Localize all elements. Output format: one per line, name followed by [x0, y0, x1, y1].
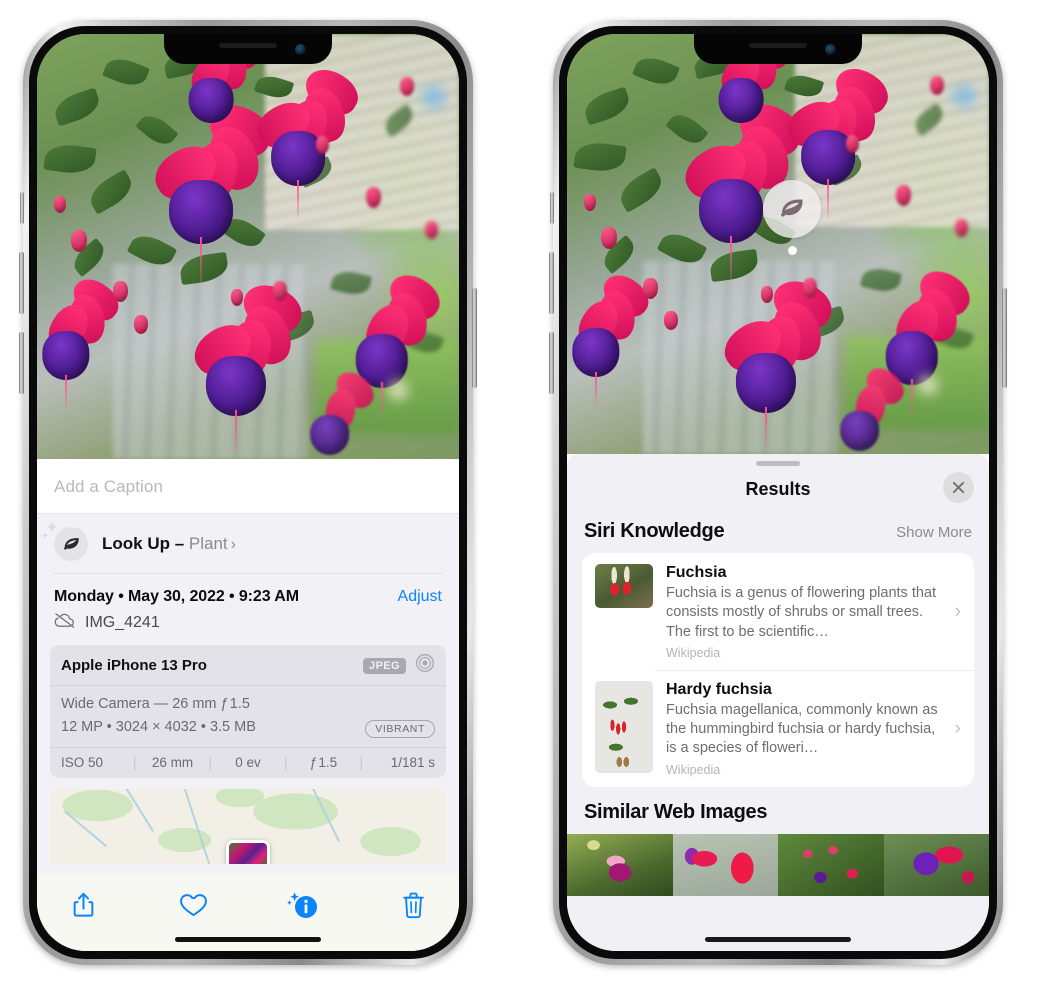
similar-web-images-header: Similar Web Images: [567, 787, 989, 832]
section-title: Similar Web Images: [584, 800, 768, 823]
knowledge-description: Fuchsia magellanica, commonly known as t…: [666, 701, 938, 757]
knowledge-source: Wikipedia: [666, 762, 721, 777]
close-icon[interactable]: [943, 472, 974, 503]
volume-up-button[interactable]: [19, 252, 24, 314]
power-button[interactable]: [1002, 288, 1007, 388]
chevron-right-icon[interactable]: ›: [231, 536, 236, 553]
screen-left: Add a Caption ✦ ✦ Look Up – Plant › Mond…: [37, 34, 459, 951]
caption-field-row[interactable]: Add a Caption: [37, 459, 459, 514]
caption-placeholder[interactable]: Add a Caption: [54, 477, 442, 497]
date-row: Monday • May 30, 2022 • 9:23 AM Adjust: [37, 574, 459, 608]
visual-lookup-anchor-dot: [788, 246, 797, 255]
aperture-icon: [415, 653, 435, 678]
results-sheet: Results Siri Knowledge Show More Fuchsia…: [567, 454, 989, 951]
camera-spec-rows: Wide Camera — 26 mm ƒ 1.5 12 MP • 3024 ×…: [50, 686, 446, 749]
device-bezel: Results Siri Knowledge Show More Fuchsia…: [559, 26, 997, 959]
exif-focal: 26 mm: [151, 755, 194, 771]
exif-aperture: ƒ 1.5: [309, 755, 338, 771]
photo-foliage: [567, 34, 989, 454]
device-notch: [694, 34, 862, 64]
look-up-label: Look Up – Plant ›: [102, 534, 236, 554]
info-sparkle-icon[interactable]: [279, 885, 327, 925]
results-title: Results: [745, 478, 811, 499]
list-item[interactable]: Hardy fuchsia Fuchsia magellanica, commo…: [582, 669, 974, 787]
photo-date: Monday • May 30, 2022 • 9:23 AM: [54, 588, 299, 605]
silent-switch[interactable]: [550, 192, 554, 224]
power-button[interactable]: [472, 288, 477, 388]
knowledge-thumbnail: [595, 564, 653, 608]
camera-info-card[interactable]: Apple iPhone 13 Pro JPEG Wide Camera — 2…: [50, 645, 446, 779]
volume-up-button[interactable]: [549, 252, 554, 314]
icloud-slash-icon: [54, 612, 76, 633]
screenshot-stage: Add a Caption ✦ ✦ Look Up – Plant › Mond…: [0, 0, 1055, 985]
photo-foliage: [37, 34, 459, 459]
exif-row: ISO 50 | 26 mm | 0 ev | ƒ 1.5 | 1/181 s: [50, 748, 446, 778]
iphone-left-device: Add a Caption ✦ ✦ Look Up – Plant › Mond…: [19, 20, 477, 965]
screen-right: Results Siri Knowledge Show More Fuchsia…: [567, 34, 989, 951]
earpiece-speaker: [749, 43, 807, 48]
home-indicator[interactable]: [705, 937, 851, 942]
web-image-2[interactable]: [672, 833, 778, 896]
home-indicator[interactable]: [175, 937, 321, 942]
results-header: Results: [567, 466, 989, 512]
device-bezel: Add a Caption ✦ ✦ Look Up – Plant › Mond…: [29, 26, 467, 959]
exif-shutter: 1/181 s: [390, 755, 435, 771]
map-photo-pin[interactable]: [226, 840, 270, 865]
list-item[interactable]: Fuchsia Fuchsia is a genus of flowering …: [582, 553, 974, 670]
visual-lookup-leaf-badge[interactable]: [763, 180, 821, 238]
exif-ev: 0 ev: [235, 755, 261, 771]
volume-down-button[interactable]: [19, 332, 24, 394]
front-camera-icon: [825, 44, 836, 55]
knowledge-description: Fuchsia is a genus of flowering plants t…: [666, 585, 937, 640]
show-more-button[interactable]: Show More: [896, 524, 972, 541]
knowledge-title: Hardy fuchsia: [666, 680, 772, 698]
photo-viewer-left[interactable]: [37, 34, 459, 459]
map-pin-thumbnail: [229, 843, 267, 865]
look-up-title: Look Up –: [102, 534, 189, 553]
lens-line: Wide Camera — 26 mm ƒ 1.5: [61, 696, 250, 712]
web-image-1[interactable]: [567, 833, 673, 896]
share-icon[interactable]: [59, 885, 107, 925]
trash-icon[interactable]: [389, 885, 437, 925]
chevron-right-icon[interactable]: ›: [953, 718, 961, 740]
siri-knowledge-header: Siri Knowledge Show More: [567, 512, 989, 553]
chevron-right-icon[interactable]: ›: [953, 601, 961, 623]
location-map-card[interactable]: [50, 789, 446, 865]
format-badge: JPEG: [363, 657, 406, 674]
photographic-style-badge: VIBRANT: [365, 720, 435, 739]
look-up-row[interactable]: ✦ ✦ Look Up – Plant ›: [37, 514, 459, 574]
section-title: Siri Knowledge: [584, 520, 725, 542]
volume-down-button[interactable]: [549, 332, 554, 394]
siri-knowledge-card: Fuchsia Fuchsia is a genus of flowering …: [582, 553, 974, 787]
look-up-subject: Plant: [188, 534, 228, 553]
adjust-button[interactable]: Adjust: [398, 588, 442, 606]
sparkle-icon-small: ✦: [41, 531, 50, 542]
knowledge-title: Fuchsia: [666, 564, 727, 581]
camera-model: Apple iPhone 13 Pro: [61, 657, 207, 674]
photo-filename: IMG_4241: [85, 613, 160, 631]
exif-iso: ISO 50: [61, 755, 104, 771]
knowledge-source: Wikipedia: [666, 645, 721, 660]
iphone-right-device: Results Siri Knowledge Show More Fuchsia…: [549, 20, 1007, 965]
web-image-4[interactable]: [883, 833, 989, 896]
heart-icon[interactable]: [169, 885, 217, 925]
filename-row: IMG_4241: [37, 608, 459, 645]
leaf-icon: ✦ ✦: [41, 519, 88, 561]
camera-model-row: Apple iPhone 13 Pro JPEG: [50, 645, 446, 686]
knowledge-thumbnail: [595, 680, 653, 773]
similar-web-images-strip[interactable]: [567, 833, 989, 896]
silent-switch[interactable]: [20, 192, 24, 224]
front-camera-icon: [295, 44, 306, 55]
earpiece-speaker: [219, 43, 277, 48]
web-image-3[interactable]: [778, 833, 884, 896]
device-notch: [164, 34, 332, 64]
photo-viewer-right[interactable]: [567, 34, 989, 454]
